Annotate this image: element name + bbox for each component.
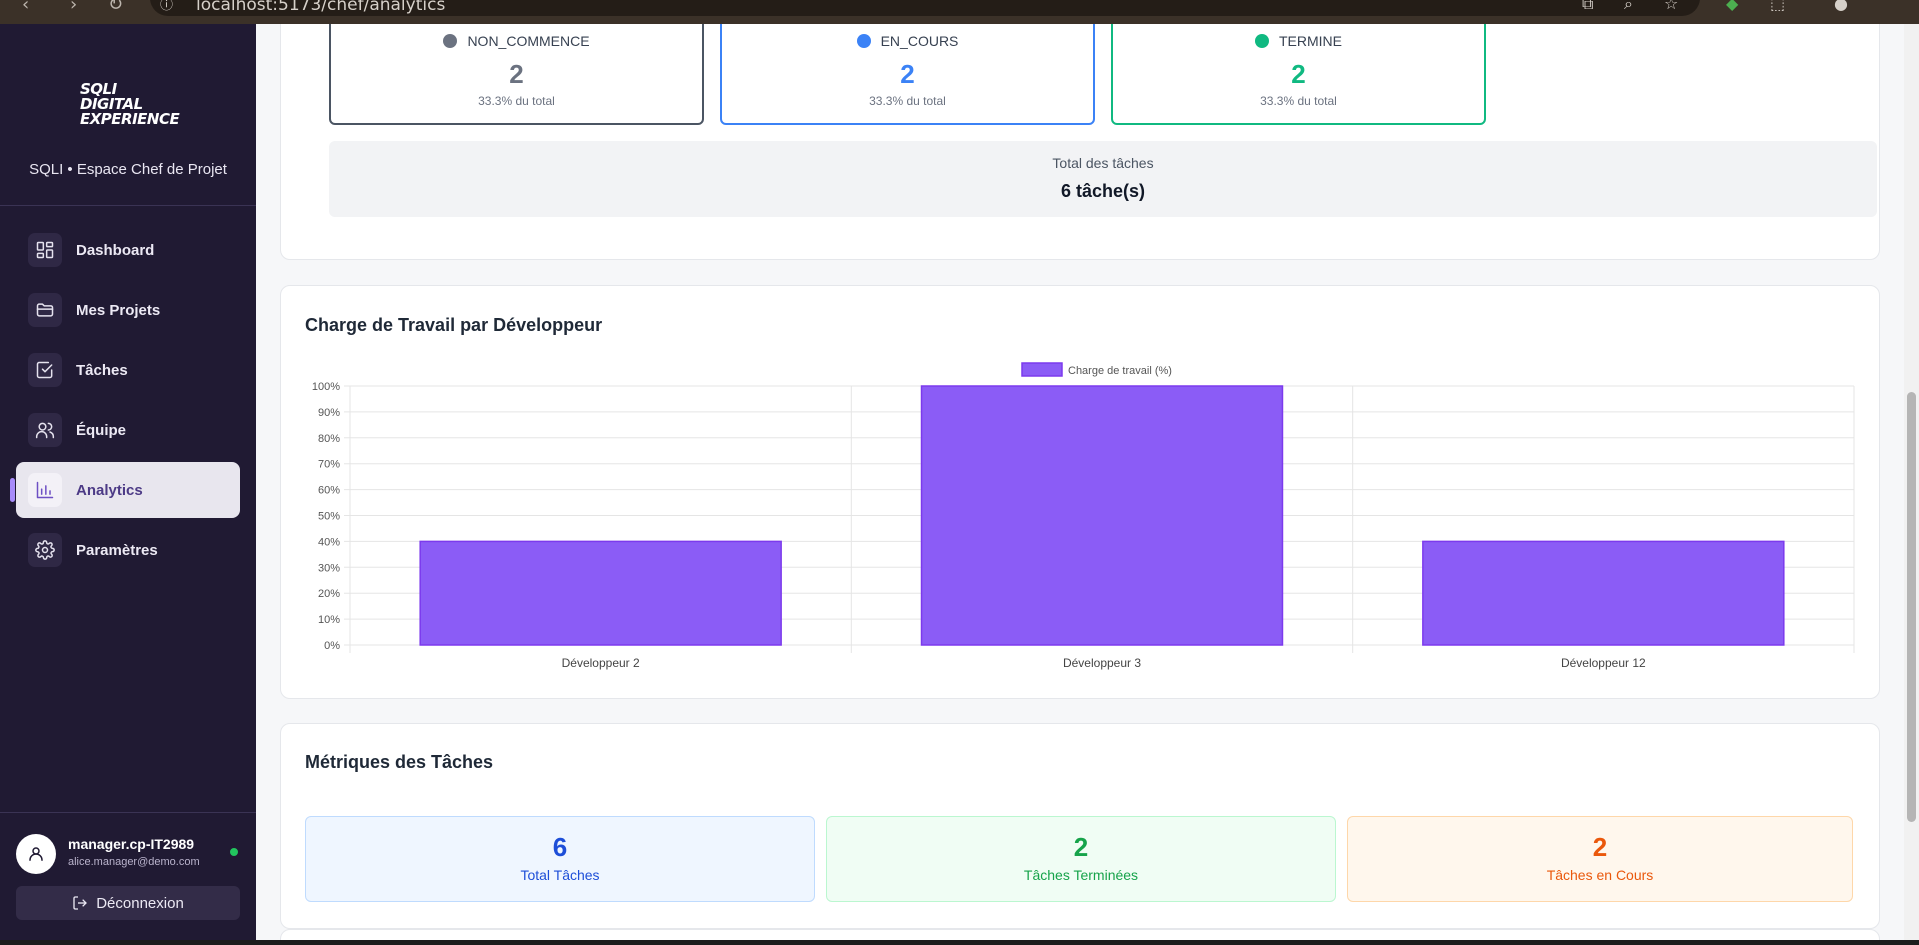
sidebar-item-label: Tâches — [76, 361, 128, 379]
zoom-icon[interactable]: ⌕ — [1624, 0, 1633, 14]
y-tick-label: 90% — [318, 407, 340, 419]
profile-icon[interactable]: ● — [1834, 0, 1848, 13]
status-percent: 33.3% du total — [478, 94, 555, 108]
bar — [419, 540, 782, 646]
sidebar: SQLI DIGITAL EXPERIENCE SQLI • Espace Ch… — [0, 24, 256, 940]
y-tick-label: 10% — [318, 614, 340, 626]
bookmark-star-icon[interactable]: ☆ — [1664, 0, 1678, 13]
x-tick-label: Développeur 3 — [1063, 656, 1141, 670]
status-label: NON_COMMENCE — [467, 33, 590, 49]
status-box-en-cours: EN_COURS 2 33.3% du total — [720, 24, 1095, 125]
workload-bar-chart: 0% 10% 20% 30% 40% 50% 60% 70% 80% 90% 100% Dévelop… — [312, 362, 1855, 670]
y-tick-label: 40% — [318, 536, 340, 548]
metric-value: 6 — [552, 832, 568, 862]
metric-label: Tâches en Cours — [1546, 867, 1654, 883]
y-tick-label: 20% — [318, 588, 340, 600]
sidebar-item-projects[interactable]: Mes Projets — [16, 282, 240, 338]
users-icon — [28, 413, 62, 447]
logout-icon — [73, 896, 88, 910]
avatar[interactable] — [16, 834, 56, 874]
status-dot — [856, 34, 871, 48]
metric-in-progress-tasks: 2 Tâches en Cours — [1347, 816, 1853, 902]
bar — [920, 385, 1284, 646]
x-tick-label: Développeur 12 — [1561, 656, 1646, 670]
gear-icon — [28, 533, 62, 567]
company-logo: SQLI DIGITAL EXPERIENCE — [80, 82, 180, 128]
online-status-indicator — [228, 846, 240, 858]
metric-label: Total Tâches — [520, 867, 600, 883]
total-tasks-label: Total des tâches — [1052, 155, 1154, 171]
status-label: EN_COURS — [880, 33, 959, 49]
extensions-icon[interactable]: ⬚ — [1770, 0, 1785, 13]
scrollbar-thumb[interactable] — [1907, 392, 1916, 822]
sidebar-item-tasks[interactable]: Tâches — [16, 342, 240, 398]
user-name: manager.cp-IT2989 — [68, 836, 195, 852]
bar — [1422, 540, 1785, 646]
sidebar-subtitle: SQLI • Espace Chef de Projet — [29, 161, 227, 178]
folder-icon — [28, 293, 62, 327]
legend-label: Charge de travail (%) — [1068, 365, 1172, 377]
back-icon[interactable]: ‹ — [22, 0, 29, 15]
status-dot — [1255, 34, 1269, 48]
y-tick-label: 60% — [318, 485, 340, 497]
metric-label: Tâches Terminées — [1023, 867, 1139, 883]
y-tick-label: 50% — [318, 511, 340, 523]
checkbox-icon — [28, 353, 62, 387]
status-dot — [443, 34, 458, 48]
card-title: Métriques des Tâches — [305, 752, 494, 772]
sidebar-item-label: Mes Projets — [76, 301, 161, 319]
taskbar-edge — [0, 940, 1919, 945]
status-percent: 33.3% du total — [1260, 94, 1337, 108]
sidebar-item-dashboard[interactable]: Dashboard — [16, 222, 240, 278]
next-card — [280, 929, 1880, 940]
url-text[interactable]: localhost:5173/chef/analytics — [196, 0, 445, 15]
browser-toolbar: ‹ › ↻ ⓘ localhost:5173/chef/analytics ⧉ … — [0, 0, 1919, 24]
sidebar-item-label: Équipe — [76, 421, 127, 439]
sidebar-item-label: Paramètres — [76, 541, 158, 559]
total-tasks-box: Total des tâches 6 tâche(s) — [329, 141, 1877, 217]
divider — [0, 812, 256, 813]
status-percent: 33.3% du total — [869, 94, 946, 108]
y-tick-label: 100% — [312, 381, 340, 393]
sidebar-nav: Dashboard Mes Projets Tâches Équipe Anal… — [10, 222, 240, 582]
status-count: 2 — [509, 59, 524, 89]
reload-icon[interactable]: ↻ — [108, 0, 123, 15]
extension-shield-icon[interactable]: ◆ — [1726, 0, 1738, 13]
sidebar-item-settings[interactable]: Paramètres — [16, 522, 240, 578]
forward-icon[interactable]: › — [70, 0, 77, 15]
legend-swatch — [1021, 362, 1063, 377]
user-email: alice.manager@demo.com — [68, 856, 200, 868]
status-label: TERMINE — [1279, 33, 1342, 49]
x-tick-label: Développeur 2 — [562, 656, 640, 670]
y-tick-label: 0% — [324, 640, 340, 652]
logout-label: Déconnexion — [96, 894, 184, 912]
dashboard-icon — [28, 233, 62, 267]
status-count: 2 — [1291, 59, 1306, 89]
bar-chart-icon — [28, 473, 62, 507]
status-box-termine: TERMINE 2 33.3% du total — [1111, 24, 1486, 125]
status-summary-card: NON_COMMENCE 2 33.3% du total EN_COURS 2… — [280, 24, 1880, 260]
page-scrollbar[interactable] — [1904, 24, 1919, 940]
total-tasks-value: 6 tâche(s) — [1060, 181, 1146, 201]
divider — [0, 205, 256, 206]
user-icon — [29, 847, 43, 861]
sidebar-item-label: Dashboard — [76, 241, 155, 259]
translate-icon[interactable]: ⧉ — [1582, 0, 1593, 14]
sidebar-item-label: Analytics — [76, 481, 143, 499]
status-box-non-commence: NON_COMMENCE 2 33.3% du total — [329, 24, 704, 125]
metric-value: 2 — [1592, 832, 1608, 862]
card-title: Charge de Travail par Développeur — [305, 315, 603, 335]
y-tick-label: 80% — [318, 433, 340, 445]
y-tick-label: 70% — [318, 459, 340, 471]
metric-total-tasks: 6 Total Tâches — [305, 816, 815, 902]
status-count: 2 — [900, 59, 915, 89]
sidebar-item-analytics[interactable]: Analytics — [10, 462, 240, 518]
site-info-icon[interactable]: ⓘ — [160, 0, 173, 13]
y-tick-label: 30% — [318, 562, 340, 574]
sidebar-item-team[interactable]: Équipe — [16, 402, 240, 458]
logout-button[interactable]: Déconnexion — [16, 886, 240, 920]
logo-line: EXPERIENCE — [80, 110, 180, 128]
metric-completed-tasks: 2 Tâches Terminées — [826, 816, 1336, 902]
metric-value: 2 — [1073, 832, 1089, 862]
